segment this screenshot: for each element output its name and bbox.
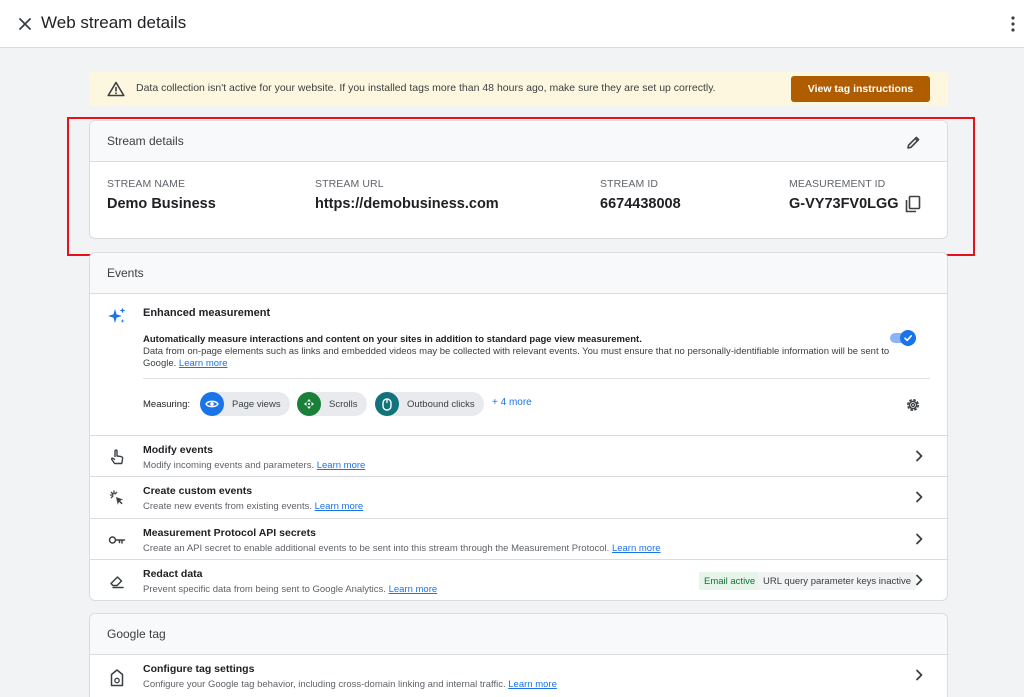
configure-tag-settings-desc: Configure your Google tag behavior, incl… xyxy=(143,679,557,690)
measuring-label: Measuring: xyxy=(143,399,190,410)
api-secrets-desc: Create an API secret to enable additiona… xyxy=(143,543,661,554)
tag-icon xyxy=(108,669,126,687)
page-title: Web stream details xyxy=(41,13,187,32)
mouse-icon xyxy=(375,392,399,416)
sparkle-icon xyxy=(107,306,127,331)
modify-events-desc-text: Modify incoming events and parameters. xyxy=(143,460,315,471)
configure-tag-settings-learn-more-link[interactable]: Learn more xyxy=(508,679,557,690)
measurement-protocol-api-secrets-row[interactable]: Measurement Protocol API secrets Create … xyxy=(90,518,947,560)
chip-outbound-clicks-label: Outbound clicks xyxy=(407,398,475,410)
create-custom-events-desc-text: Create new events from existing events. xyxy=(143,501,312,512)
email-active-badge: Email active xyxy=(699,572,761,590)
chevron-right-icon xyxy=(912,573,926,587)
enhanced-desc-text: Data from on-page elements such as links… xyxy=(143,346,890,369)
edit-pencil-icon[interactable] xyxy=(904,133,922,151)
enhanced-measurement-summary: Automatically measure interactions and c… xyxy=(143,334,642,345)
click-sparkle-icon xyxy=(108,489,126,507)
data-collection-warning-banner: Data collection isn't active for your we… xyxy=(89,72,948,106)
create-custom-events-row[interactable]: Create custom events Create new events f… xyxy=(90,476,947,518)
url-query-inactive-badge: URL query parameter keys inactive xyxy=(758,572,917,590)
redact-data-desc: Prevent specific data from being sent to… xyxy=(143,584,437,595)
gear-icon[interactable] xyxy=(904,396,922,414)
redact-data-row[interactable]: Redact data Prevent specific data from b… xyxy=(90,559,947,600)
check-icon xyxy=(900,330,916,346)
stream-url-value: https://demobusiness.com xyxy=(315,196,499,212)
enhanced-measurement-title: Enhanced measurement xyxy=(143,307,271,319)
create-custom-events-desc: Create new events from existing events. … xyxy=(143,501,363,512)
touch-icon xyxy=(108,448,126,466)
stream-name-value: Demo Business xyxy=(107,196,216,212)
stream-id-field: STREAM ID 6674438008 xyxy=(600,178,681,212)
events-card: Events Enhanced measurement Automaticall… xyxy=(89,252,948,601)
modify-events-desc: Modify incoming events and parameters. L… xyxy=(143,460,365,471)
view-tag-instructions-button[interactable]: View tag instructions xyxy=(791,76,930,102)
redact-data-desc-text: Prevent specific data from being sent to… xyxy=(143,584,386,595)
modify-events-learn-more-link[interactable]: Learn more xyxy=(317,460,366,471)
redact-data-title: Redact data xyxy=(143,568,203,580)
google-tag-header: Google tag xyxy=(90,614,947,655)
google-tag-card: Google tag Configure tag settings Config… xyxy=(89,613,948,697)
chevron-right-icon xyxy=(912,668,926,682)
chevron-right-icon xyxy=(912,490,926,504)
configure-tag-settings-row[interactable]: Configure tag settings Configure your Go… xyxy=(90,655,947,697)
redact-data-learn-more-link[interactable]: Learn more xyxy=(389,584,438,595)
configure-tag-settings-title: Configure tag settings xyxy=(143,663,255,675)
key-icon xyxy=(108,531,126,549)
measurement-id-value: G-VY73FV0LGG xyxy=(789,196,899,212)
stream-name-label: STREAM NAME xyxy=(107,178,186,190)
configure-tag-settings-desc-text: Configure your Google tag behavior, incl… xyxy=(143,679,506,690)
chip-scrolls[interactable]: Scrolls xyxy=(297,392,367,416)
stream-details-title: Stream details xyxy=(107,134,184,148)
api-secrets-title: Measurement Protocol API secrets xyxy=(143,527,316,539)
chip-outbound-clicks[interactable]: Outbound clicks xyxy=(375,392,484,416)
chip-scrolls-label: Scrolls xyxy=(329,398,358,410)
copy-icon[interactable] xyxy=(905,195,921,213)
stream-id-label: STREAM ID xyxy=(600,178,659,190)
eraser-icon xyxy=(108,572,126,590)
chip-page-views[interactable]: Page views xyxy=(200,392,290,416)
enhanced-learn-more-link[interactable]: Learn more xyxy=(179,358,228,369)
api-secrets-learn-more-link[interactable]: Learn more xyxy=(612,543,661,554)
stream-details-card: Stream details STREAM NAME Demo Business… xyxy=(89,120,948,239)
chip-page-views-label: Page views xyxy=(232,398,281,410)
google-tag-title: Google tag xyxy=(107,627,166,641)
close-icon[interactable] xyxy=(14,13,36,35)
stream-url-label: STREAM URL xyxy=(315,178,384,190)
stream-url-field: STREAM URL https://demobusiness.com xyxy=(315,178,499,212)
chevron-right-icon xyxy=(912,449,926,463)
api-secrets-desc-text: Create an API secret to enable additiona… xyxy=(143,543,610,554)
create-custom-events-learn-more-link[interactable]: Learn more xyxy=(315,501,364,512)
enhanced-measurement-toggle[interactable] xyxy=(888,330,918,346)
scroll-icon xyxy=(297,392,321,416)
chevron-right-icon xyxy=(912,532,926,546)
modify-events-row[interactable]: Modify events Modify incoming events and… xyxy=(90,435,947,477)
measurement-id-field: MEASUREMENT ID G-VY73FV0LGG xyxy=(789,178,899,212)
measurement-id-label: MEASUREMENT ID xyxy=(789,178,886,190)
stream-id-value: 6674438008 xyxy=(600,196,681,212)
divider xyxy=(143,378,930,379)
stream-details-header: Stream details xyxy=(90,121,947,162)
eye-icon xyxy=(200,392,224,416)
banner-message: Data collection isn't active for your we… xyxy=(136,82,716,94)
create-custom-events-title: Create custom events xyxy=(143,485,253,497)
events-header: Events xyxy=(90,253,947,294)
more-vert-icon[interactable] xyxy=(1006,13,1020,35)
events-title: Events xyxy=(107,266,144,280)
stream-name-field: STREAM NAME Demo Business xyxy=(107,178,216,212)
modify-events-title: Modify events xyxy=(143,444,214,456)
warning-icon xyxy=(107,81,125,102)
top-bar: Web stream details xyxy=(0,0,1024,48)
enhanced-measurement-description: Data from on-page elements such as links… xyxy=(143,346,893,370)
more-measurements-link[interactable]: + 4 more xyxy=(492,397,532,408)
